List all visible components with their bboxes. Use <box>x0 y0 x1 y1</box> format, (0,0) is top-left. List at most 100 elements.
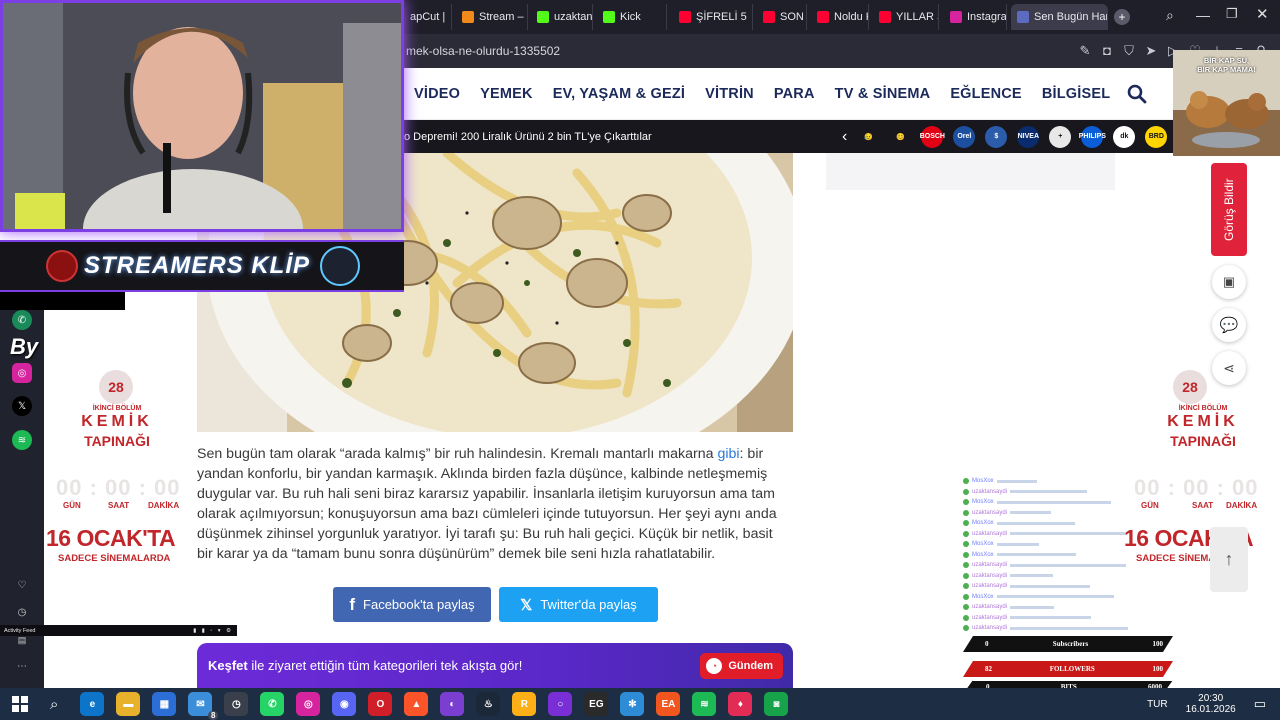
tab-favicon-icon <box>879 11 891 23</box>
search-icon[interactable] <box>1127 84 1147 104</box>
whatsapp-icon[interactable]: ✆ <box>12 310 32 330</box>
browser-tab[interactable]: uzaktana <box>531 4 593 30</box>
nav-item[interactable]: PARA <box>774 86 815 102</box>
heart-outline-icon[interactable]: ♡ <box>12 575 32 595</box>
kesfet-banner[interactable]: Keşfet ile ziyaret ettiğin tüm kategoril… <box>197 643 793 688</box>
browser-tab[interactable]: Instagram <box>944 4 1007 30</box>
brand-logo-icon[interactable]: PHILIPS <box>1079 125 1106 148</box>
circle-taskbar-icon[interactable]: ○ <box>548 692 573 716</box>
brand-logo-icon[interactable]: dk <box>1113 125 1136 148</box>
browser-tab[interactable]: ŞİFRELİ 5 <box>673 4 753 30</box>
gundem-button[interactable]: ◔ Gündem <box>700 653 783 679</box>
left-movie-promo: 28 İKİNCİ BÖLÜM KEMİK TAPINAĞI 00 : 00 :… <box>44 365 194 575</box>
instagram-icon[interactable]: ◎ <box>12 363 32 383</box>
windows-start-icon[interactable] <box>12 696 28 712</box>
browser-tab[interactable]: Noldu Ki <box>811 4 869 30</box>
brand-logo-icon[interactable]: $ <box>985 125 1008 148</box>
store-taskbar-icon[interactable]: ▦ <box>152 692 177 716</box>
pet-charity-ad[interactable]: BİR KAP SU, BİR KAP MAMA! <box>1173 50 1280 156</box>
search-taskbar-icon[interactable]: ⌕ <box>50 696 58 713</box>
chat-message: MosXox <box>963 539 1173 550</box>
mail-taskbar-icon[interactable]: ✉ 8 <box>188 692 219 720</box>
notifications-icon[interactable]: ▭ <box>1254 696 1266 712</box>
brand-logo-icon[interactable]: 😊 <box>889 125 912 148</box>
url-text[interactable]: mek-olsa-ne-olurdu-1335502 <box>406 44 560 58</box>
epic-taskbar-icon[interactable]: EG <box>584 692 609 716</box>
ticker-headline[interactable]: o Depremi! 200 Liralık Ürünü 2 bin TL'ye… <box>404 131 836 143</box>
explorer-taskbar-icon[interactable]: ▬ <box>116 692 141 716</box>
edge-taskbar-icon[interactable]: e <box>80 692 105 716</box>
brave-taskbar-icon[interactable]: ▲ <box>404 692 429 716</box>
search-tabs-icon[interactable]: ⌕ <box>1166 7 1174 24</box>
instagram-taskbar-icon[interactable]: ◎ <box>296 692 321 716</box>
browser-tab[interactable]: Stream – <box>456 4 528 30</box>
more-icon[interactable]: ⋯ <box>12 656 32 676</box>
scroll-to-top-button[interactable]: ↑ <box>1210 527 1248 592</box>
browser-tab[interactable]: Kick <box>597 4 667 30</box>
nav-item[interactable]: EV, YAŞAM & GEZİ <box>553 86 685 102</box>
browser-tab[interactable]: Sen Bugün Hang <box>1011 4 1108 30</box>
nav-item[interactable]: YEMEK <box>480 86 533 102</box>
brand-logo-icon[interactable]: Orel <box>953 125 976 148</box>
steam-taskbar-icon[interactable]: ♨ <box>476 692 501 716</box>
chat-username: MosXox <box>972 541 994 548</box>
chat-badge-icon <box>963 562 969 569</box>
feedback-button[interactable]: Görüş Bildir <box>1211 163 1247 256</box>
browser-tab[interactable]: SON 4 Yı <box>757 4 807 30</box>
activity-feed-controls[interactable]: ▮ ▮ ◦ ▾ ⚙ <box>193 628 237 634</box>
close-window-button[interactable]: ✕ <box>1256 5 1269 23</box>
language-indicator[interactable]: TUR <box>1147 699 1168 710</box>
whatsapp-taskbar-icon[interactable]: ✆ <box>260 692 285 716</box>
logo-badge-icon <box>46 250 78 282</box>
comments-button[interactable]: 💬 <box>1212 308 1246 342</box>
brand-logo-icon[interactable]: BRD <box>1145 125 1168 148</box>
brand-logo-icon[interactable]: NIVEA <box>1017 125 1040 148</box>
speedometer-taskbar-icon[interactable]: ◷ <box>224 692 249 716</box>
brand-logo-icon[interactable]: BOSCH <box>920 125 945 148</box>
tab-label: apCut | <box>410 11 446 23</box>
nav-item[interactable]: TV & SİNEMA <box>835 86 931 102</box>
nav-item[interactable]: VİTRİN <box>705 86 754 102</box>
shield-icon[interactable]: ⛉ <box>1118 43 1140 59</box>
opera-taskbar-icon[interactable]: O <box>368 692 393 716</box>
browser-tab[interactable]: apCut | <box>404 4 452 30</box>
tab-favicon-icon <box>462 11 474 23</box>
nav-item[interactable]: BİLGİSEL <box>1042 86 1110 102</box>
send-icon[interactable]: ➤ <box>1140 43 1162 59</box>
promo-date-left: 16 OCAK'TA <box>46 525 176 551</box>
brand-logo-icon[interactable]: + <box>1049 125 1072 148</box>
twitter-share-button[interactable]: 𝕏 Twitter'da paylaş <box>499 587 658 622</box>
chat-badge-icon <box>963 478 969 485</box>
address-bar[interactable]: mek-olsa-ne-olurdu-1335502 ✎ ◘ ⛉ ➤ ▷ ♡ ⤓… <box>404 34 1280 68</box>
nav-item[interactable]: VİDEO <box>414 86 460 102</box>
article-link[interactable]: gibi <box>717 446 739 462</box>
snowflake-taskbar-icon[interactable]: ✻ <box>620 692 645 716</box>
browser-tab[interactable]: YILLAR S <box>873 4 939 30</box>
restore-button[interactable]: ❐ <box>1226 6 1238 22</box>
chat-badge-icon <box>963 551 969 558</box>
spotify-icon[interactable]: ≋ <box>12 430 32 450</box>
rockstar-taskbar-icon[interactable]: R <box>512 692 537 716</box>
countdown-label-hour-left: SAAT <box>108 501 130 510</box>
discord-taskbar-icon[interactable]: ◉ <box>332 692 357 716</box>
edit-icon[interactable]: ✎ <box>1074 43 1096 59</box>
obs-taskbar-icon[interactable]: ◐ <box>440 692 465 716</box>
camera-icon[interactable]: ◘ <box>1096 43 1118 59</box>
clock-icon[interactable]: ◷ <box>12 602 32 622</box>
spotify-taskbar-icon[interactable]: ≋ <box>692 692 717 716</box>
clock[interactable]: 20:30 16.01.2026 <box>1186 693 1236 715</box>
game-taskbar-icon[interactable]: ◙ <box>764 692 789 716</box>
x-twitter-icon[interactable]: 𝕏 <box>12 396 32 416</box>
facebook-share-button[interactable]: f Facebook'ta paylaş <box>333 587 491 622</box>
nav-item[interactable]: EĞLENCE <box>950 86 1022 102</box>
ea-taskbar-icon[interactable]: EA <box>656 692 681 716</box>
article-text-part2: : bir yandan konforlu, bir yandan karmaş… <box>197 446 777 562</box>
brand-logo-icon[interactable]: 😥 <box>857 125 880 148</box>
new-tab-button[interactable]: + <box>1114 9 1130 25</box>
bookmark-add-button[interactable]: ▣ <box>1212 265 1246 299</box>
chat-username: uzaktansaydi <box>972 509 1008 516</box>
chat-message-text <box>1010 574 1054 578</box>
minimize-button[interactable]: — <box>1196 7 1210 23</box>
tab-label: Kick <box>620 11 641 23</box>
heart-taskbar-icon[interactable]: ♦ <box>728 692 753 716</box>
